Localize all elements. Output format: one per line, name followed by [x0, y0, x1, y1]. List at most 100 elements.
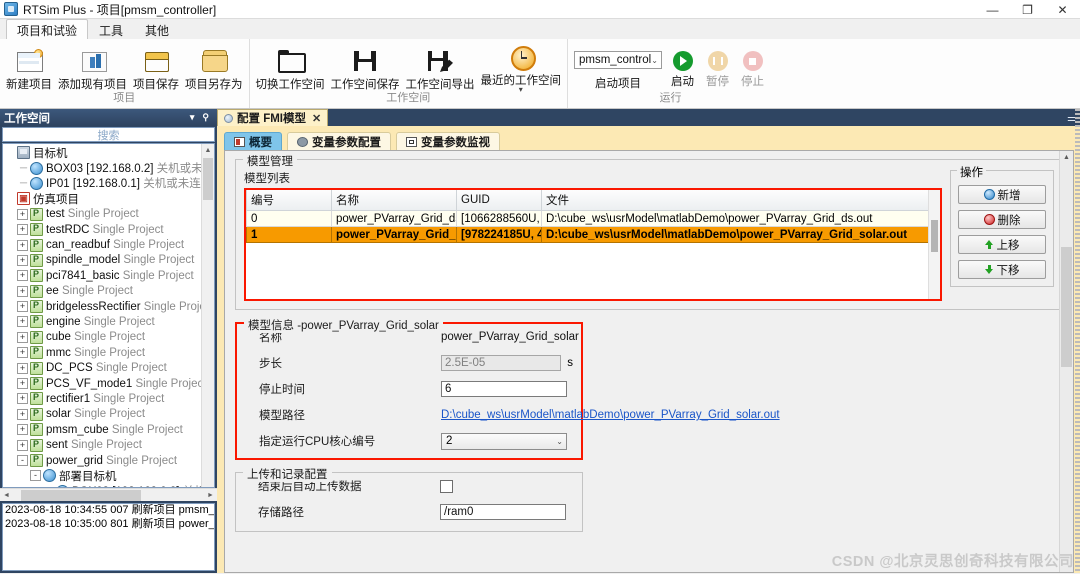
column-header-name[interactable]: 名称 [331, 190, 457, 211]
tree-item-engine[interactable]: + engine Single Project [4, 314, 214, 329]
expand-icon[interactable]: + [17, 424, 28, 436]
tree-item-sent[interactable]: + sent Single Project [4, 437, 214, 452]
tree-item-solar[interactable]: + solar Single Project [4, 407, 214, 422]
model-path-link[interactable]: D:\cube_ws\usrModel\matlabDemo\power_PVa… [441, 409, 780, 421]
expand-icon[interactable]: + [17, 378, 28, 390]
collapse-icon[interactable]: - [17, 455, 28, 466]
tree-item-dc_pcs[interactable]: + DC_PCS Single Project [4, 360, 214, 375]
tree-item-power_grid[interactable]: - power_grid Single Project [4, 453, 214, 468]
add-model-button[interactable]: 新增 [958, 185, 1046, 204]
scroll-up-icon[interactable]: ▲ [1060, 151, 1073, 165]
export-workspace-button[interactable]: 工作空间导出 [403, 45, 478, 92]
cell-name: power_PVarray_Grid_ds [331, 210, 457, 227]
expand-icon[interactable]: + [17, 285, 28, 297]
expand-icon[interactable]: + [17, 270, 28, 282]
tree-item-testrdc[interactable]: + testRDC Single Project [4, 222, 214, 237]
expand-icon[interactable]: + [17, 393, 28, 405]
tree-horizontal-scrollbar[interactable]: ◄ ► [0, 488, 217, 501]
run-start-button[interactable]: 启动 [665, 45, 700, 89]
document-tab-fmi-model[interactable]: 配置 FMI模型 ✕ [217, 109, 329, 126]
save-workspace-button[interactable]: 工作空间保存 [328, 45, 403, 92]
model-table-scrollbar[interactable] [928, 190, 940, 299]
startup-project-selector[interactable]: pmsm_controller ⌄ 启动项目 [571, 45, 665, 91]
table-row[interactable]: 1 power_PVarray_Grid_solar [978224185U, … [246, 226, 940, 243]
step-size-input[interactable]: 2.5E-05 [441, 355, 562, 371]
move-down-button[interactable]: 下移 [958, 260, 1046, 279]
scrollbar-thumb[interactable] [931, 220, 938, 252]
auto-upload-checkbox[interactable] [440, 479, 453, 493]
switch-workspace-button[interactable]: 切换工作空间 [253, 45, 328, 92]
close-icon[interactable]: ✕ [312, 112, 321, 125]
run-pause-button[interactable]: 暂停 [700, 45, 735, 89]
expand-icon[interactable]: + [17, 347, 28, 359]
scroll-left-icon[interactable]: ◄ [0, 492, 13, 499]
tree-item-test[interactable]: + test Single Project [4, 207, 214, 222]
expand-icon[interactable]: + [17, 362, 28, 374]
tree-item-box03-192-168-0-2-[interactable]: ─ BOX03 [192.168.0.2] 关机或未连接 [4, 160, 214, 175]
column-header-guid[interactable]: GUID [456, 190, 542, 211]
minimize-button[interactable]: — [975, 0, 1010, 19]
ribbon-tab-other[interactable]: 其他 [134, 19, 180, 39]
tree-item-bridgelessrectifier[interactable]: + bridgelessRectifier Single Project [4, 299, 214, 314]
recent-workspace-button[interactable]: 最近的工作空间 ▾ [478, 41, 565, 94]
pin-icon[interactable]: ⚲ [202, 112, 209, 123]
tree-item-rectifier1[interactable]: + rectifier1 Single Project [4, 391, 214, 406]
expand-icon[interactable]: + [17, 301, 28, 313]
stop-time-input[interactable]: 6 [441, 381, 567, 397]
tree-item-spindle_model[interactable]: + spindle_model Single Project [4, 253, 214, 268]
tree-item-mmc[interactable]: + mmc Single Project [4, 345, 214, 360]
chevron-down-icon[interactable]: ▾ [190, 112, 195, 123]
new-project-button[interactable]: 新建项目 [3, 45, 55, 92]
tab-param-monitor[interactable]: 变量参数监视 [396, 132, 500, 151]
project-tree[interactable]: 目标机 ─ BOX03 [192.168.0.2] 关机或未连接 ─ IP01 [192… [2, 143, 215, 488]
ribbon-tab-projects[interactable]: 项目和试验 [6, 19, 89, 39]
scrollbar-thumb-h[interactable] [21, 489, 141, 501]
expand-icon[interactable]: + [17, 439, 28, 451]
storage-path-input[interactable]: /ram0 [440, 504, 566, 520]
column-header-file[interactable]: 文件 [541, 190, 940, 211]
tree-item-cube[interactable]: + cube Single Project [4, 330, 214, 345]
run-stop-button[interactable]: 停止 [735, 45, 770, 89]
cpu-core-select[interactable]: 2 ⌄ [441, 432, 567, 450]
startup-project-combo[interactable]: pmsm_controller ⌄ [574, 51, 662, 69]
table-row[interactable]: 0 power_PVarray_Grid_ds [1066288560U, 4.… [246, 210, 940, 227]
tree-vertical-scrollbar[interactable]: ▲ [201, 144, 214, 487]
scrollbar-thumb[interactable] [203, 158, 213, 200]
save-project-as-button[interactable]: 项目另存为 [182, 45, 246, 92]
model-table-container[interactable]: 编号 名称 GUID 文件 0 power_PVarray_Grid_ds [1… [246, 190, 940, 299]
expand-icon[interactable]: + [17, 224, 28, 236]
add-existing-project-button[interactable]: 添加现有项目 [55, 45, 130, 92]
search-input[interactable]: 搜索 [2, 127, 215, 142]
close-button[interactable]: ✕ [1045, 0, 1080, 19]
tree-item--[interactable]: 目标机 [4, 145, 214, 160]
tree-item-pci7841_basic[interactable]: + pci7841_basic Single Project [4, 268, 214, 283]
ribbon-tab-tools[interactable]: 工具 [88, 19, 134, 39]
tree-item--[interactable]: - 部署目标机 [4, 468, 214, 483]
save-project-button[interactable]: 项目保存 [130, 45, 182, 92]
collapse-icon[interactable]: - [30, 470, 41, 482]
expand-icon[interactable]: + [17, 331, 28, 343]
scrollbar-thumb[interactable] [1061, 247, 1072, 367]
expand-icon[interactable]: + [17, 239, 28, 251]
panel-vertical-scrollbar[interactable]: ▲ [1059, 151, 1073, 572]
tree-item-pmsm_cube[interactable]: + pmsm_cube Single Project [4, 422, 214, 437]
tree-item-can_readbuf[interactable]: + can_readbuf Single Project [4, 237, 214, 252]
expand-icon[interactable]: + [17, 408, 28, 420]
tab-param-config[interactable]: 变量参数配置 [287, 132, 391, 151]
window-title: RTSim Plus - 项目[pmsm_controller] [23, 2, 217, 17]
tree-item-ip01-192-168-0-1-[interactable]: ─ IP01 [192.168.0.1] 关机或未连接 [4, 176, 214, 191]
expand-icon[interactable]: + [17, 254, 28, 266]
tree-item-ee[interactable]: + ee Single Project [4, 284, 214, 299]
expand-icon[interactable]: + [17, 316, 28, 328]
scroll-right-icon[interactable]: ► [204, 492, 217, 499]
scroll-up-icon[interactable]: ▲ [202, 144, 214, 157]
delete-model-button[interactable]: 删除 [958, 210, 1046, 229]
tab-summary[interactable]: 概要 [224, 132, 282, 151]
tree-item-pcs_vf_mode1[interactable]: + PCS_VF_mode1 Single Project [4, 376, 214, 391]
tree-item--[interactable]: ▣ 仿真项目 [4, 191, 214, 206]
column-header-id[interactable]: 编号 [246, 190, 332, 211]
move-up-button[interactable]: 上移 [958, 235, 1046, 254]
maximize-button[interactable]: ❐ [1010, 0, 1045, 19]
tree-item-box03-192-168-0-2-[interactable]: ─ BOX03 [192.168.0.2] 关机或未连接 [4, 484, 214, 487]
expand-icon[interactable]: + [17, 208, 28, 220]
